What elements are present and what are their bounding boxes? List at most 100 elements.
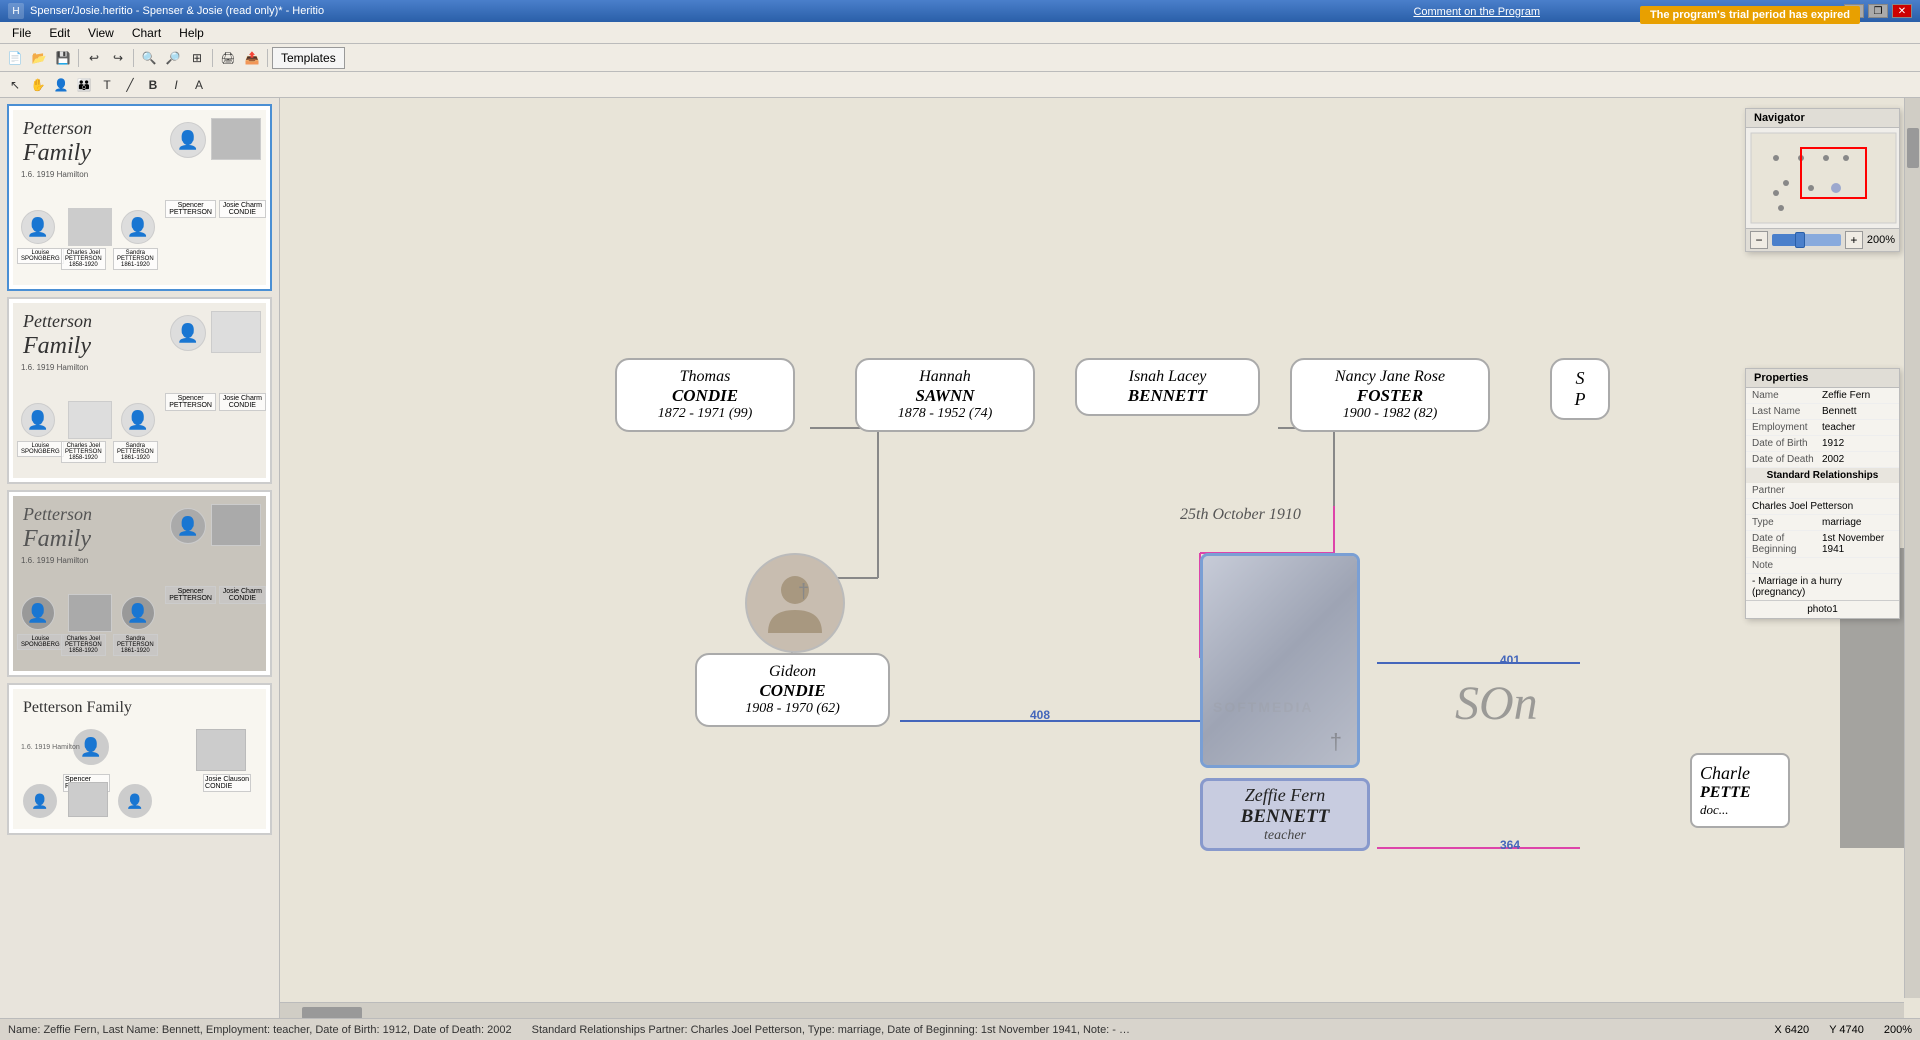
template-item-2[interactable]: Petterson Family 👤 SpencerPETTERSON Josi… [7,297,272,484]
tmpl-subtitle-2: Family [23,333,91,360]
new-button[interactable]: 📄 [4,47,26,69]
line-tool[interactable]: ╱ [119,74,141,96]
save-button[interactable]: 💾 [52,47,74,69]
unknown-person-circle[interactable]: † [745,553,845,653]
isnah-node[interactable]: Isnah Lacey BENNETT [1075,358,1260,416]
prop-employment-value: teacher [1822,422,1893,433]
prop-note-value: - Marriage in a hurry (pregnancy) [1746,574,1899,600]
zoom-thumb [1795,232,1805,248]
toolbar: 📄 📂 💾 ↩ ↪ 🔍 🔎 ⊞ 🖨 📤 Templates [0,44,1920,72]
navigator-content[interactable] [1746,128,1899,228]
gideon-node[interactable]: Gideon CONDIE 1908 - 1970 (62) [695,653,890,727]
open-button[interactable]: 📂 [28,47,50,69]
tmpl2-name-charles: Charles JoelPETTERSON1858-1920 [61,441,106,463]
tmpl3-rect-2 [68,594,112,632]
tmpl2-name-spencer: SpencerPETTERSON [165,393,216,411]
prop-dob-row: Date of Birth 1912 [1746,436,1899,452]
menu-help[interactable]: Help [171,24,212,42]
line-label-408: 408 [1030,708,1050,722]
zeffie-name-node[interactable]: Zeffie Fern BENNETT teacher [1200,778,1370,851]
menu-view[interactable]: View [80,24,122,42]
horizontal-scroll-thumb[interactable] [302,1007,362,1018]
vertical-scrollbar[interactable] [1904,98,1920,998]
tmpl4-title: Petterson Family [23,699,132,717]
hannah-dates: 1878 - 1952 (74) [871,406,1019,422]
close-button[interactable]: ✕ [1892,4,1912,18]
zeffie-job: teacher [1203,828,1367,848]
undo-button[interactable]: ↩ [83,47,105,69]
main-container: Petterson Family 👤 SpencerPETTERSON Josi… [0,98,1920,1018]
hannah-name: Hannah [871,368,1019,386]
silhouette-svg: † [760,568,830,638]
charles-partial-surname: PETTE [1700,784,1780,802]
partial-node[interactable]: S P [1550,358,1610,420]
template-item-1[interactable]: Petterson Family 👤 SpencerPETTERSON Josi… [7,104,272,291]
prop-dob-value: 1912 [1822,438,1893,449]
nancy-surname: FOSTER [1306,386,1474,406]
export-button[interactable]: 📤 [241,47,263,69]
template-thumb-1: Petterson Family 👤 SpencerPETTERSON Josi… [13,110,266,285]
hannah-node[interactable]: Hannah SAWNN 1878 - 1952 (74) [855,358,1035,432]
prop-name-label: Name [1752,390,1822,401]
zoom-in-button[interactable]: 🔍 [138,47,160,69]
horizontal-scrollbar[interactable] [280,1002,1904,1018]
zoom-out-nav-button[interactable]: − [1750,231,1768,249]
print-button[interactable]: 🖨 [217,47,239,69]
tmpl3-circle-3: 👤 [121,596,155,630]
nancy-node[interactable]: Nancy Jane Rose FOSTER 1900 - 1982 (82) [1290,358,1490,432]
template-item-3[interactable]: Petterson Family 👤 SpencerPETTERSON Josi… [7,490,272,677]
charles-partial-node[interactable]: Charle PETTE doc... [1690,753,1790,828]
tmpl3-circle-2: 👤 [21,596,55,630]
zoom-in-nav-button[interactable]: + [1845,231,1863,249]
vertical-scroll-thumb[interactable] [1907,128,1919,168]
tmpl4-name-josie: Josie ClausonCONDIE [203,774,251,792]
prop-partner-header-row: Partner [1746,483,1899,499]
color-btn[interactable]: A [188,74,210,96]
prop-lastname-value: Bennett [1822,406,1893,417]
family-tool[interactable]: 👪 [73,74,95,96]
status-y: Y 4740 [1829,1024,1864,1036]
templates-panel[interactable]: Petterson Family 👤 SpencerPETTERSON Josi… [0,98,280,1018]
bold-btn[interactable]: B [142,74,164,96]
select-tool[interactable]: ↖ [4,74,26,96]
tmpl-subtitle-1: Family [23,140,91,167]
partial-surname: P [1566,389,1594,410]
icon-toolbar: ↖ ✋ 👤 👪 T ╱ B I A [0,72,1920,98]
menu-edit[interactable]: Edit [41,24,78,42]
template-item-4[interactable]: Petterson Family 👤 SpencerPETTERSON Josi… [7,683,272,835]
tmpl-title-3: Petterson [23,504,92,525]
text-tool[interactable]: T [96,74,118,96]
prop-dod-row: Date of Death 2002 [1746,452,1899,468]
comment-link[interactable]: Comment on the Program [1413,6,1540,18]
zeffie-surname: BENNETT [1203,806,1367,828]
hand-tool[interactable]: ✋ [27,74,49,96]
tmpl-name-spencer: SpencerPETTERSON [165,200,216,218]
canvas-area[interactable]: Thomas CONDIE 1872 - 1971 (99) Hannah SA… [280,98,1920,1018]
status-relationships-info: Standard Relationships Partner: Charles … [532,1024,1132,1036]
menu-chart[interactable]: Chart [124,24,169,42]
templates-button[interactable]: Templates [272,47,345,69]
restore-button[interactable]: ❐ [1868,4,1888,18]
zeffie-photo-node[interactable]: SOFTMEDIA † [1200,553,1360,768]
softmedia-watermark: SOFTMEDIA [1213,699,1313,715]
zoom-out-button[interactable]: 🔎 [162,47,184,69]
template-thumb-4: Petterson Family 👤 SpencerPETTERSON Josi… [13,689,266,829]
properties-scroll[interactable]: Name Zeffie Fern Last Name Bennett Emplo… [1746,388,1899,618]
prop-photo-label: photo1 [1746,600,1899,618]
thomas-node[interactable]: Thomas CONDIE 1872 - 1971 (99) [615,358,795,432]
template-thumb-2: Petterson Family 👤 SpencerPETTERSON Josi… [13,303,266,478]
zoom-slider[interactable] [1772,234,1841,246]
titlebar: H Spenser/Josie.heritio - Spenser & Josi… [0,0,1920,22]
tmpl2-name-louise: LouiseSPONGBERG [17,441,64,457]
prop-partner-label: Partner [1752,485,1822,496]
person-tool[interactable]: 👤 [50,74,72,96]
zoom-fit-button[interactable]: ⊞ [186,47,208,69]
prop-dod-value: 2002 [1822,454,1893,465]
italic-btn[interactable]: I [165,74,187,96]
prop-lastname-label: Last Name [1752,406,1822,417]
redo-button[interactable]: ↪ [107,47,129,69]
sep3 [212,49,213,67]
tmpl-rect-2 [68,208,112,246]
tmpl-title-2: Petterson [23,311,92,332]
menu-file[interactable]: File [4,24,39,42]
